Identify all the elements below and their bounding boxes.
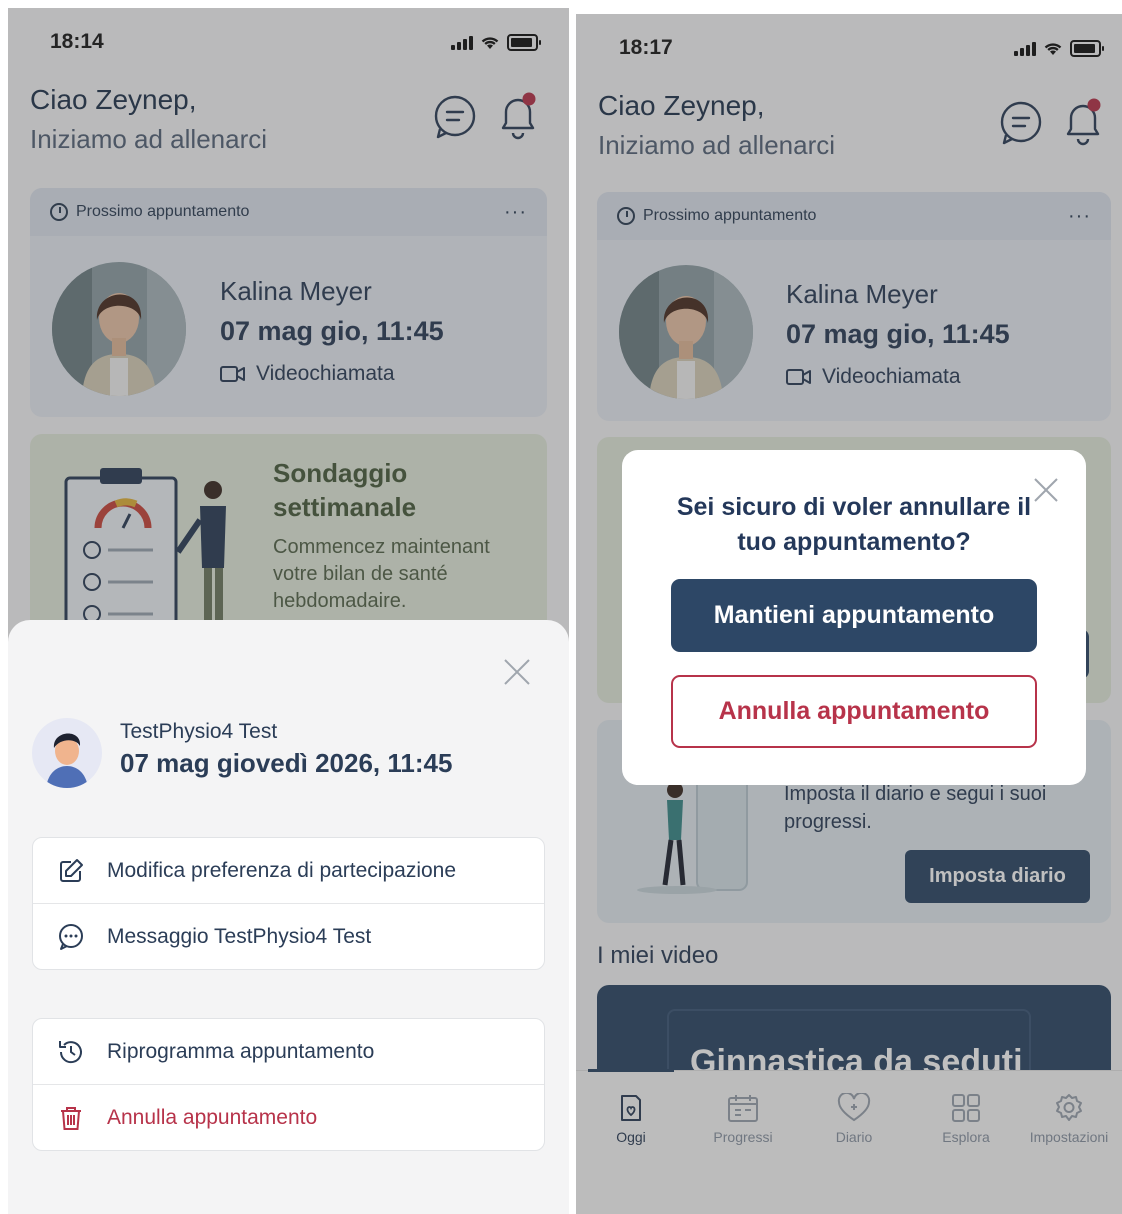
sheet-therapist-name: TestPhysio4 Test xyxy=(120,720,278,743)
reschedule-label: Riprogramma appuntamento xyxy=(107,1039,375,1063)
dialog-question-line2: tuo appuntamento? xyxy=(737,528,971,556)
edit-attendance-button[interactable]: Modifica preferenza di partecipazione xyxy=(33,838,544,903)
avatar xyxy=(32,718,102,788)
cancel-confirmation-dialog: Sei sicuro di voler annullare il tuo app… xyxy=(622,450,1086,785)
screen-appointment-actions: 18:14 Ciao Zeynep, Iniziamo ad allenarci… xyxy=(8,8,569,1214)
keep-appointment-button[interactable]: Mantieni appuntamento xyxy=(671,579,1037,652)
history-icon xyxy=(59,1040,82,1063)
message-therapist-label: Messaggio TestPhysio4 Test xyxy=(107,924,372,948)
edit-icon xyxy=(60,858,83,882)
appointment-actions-sheet: TestPhysio4 Test 07 mag giovedì 2026, 11… xyxy=(8,620,569,1214)
cancel-appointment-label: Annulla appuntamento xyxy=(107,1105,318,1129)
reschedule-button[interactable]: Riprogramma appuntamento xyxy=(33,1019,544,1084)
action-group-primary: Modifica preferenza di partecipazione Me… xyxy=(32,837,545,970)
cancel-appointment-button[interactable]: Annulla appuntamento xyxy=(33,1084,544,1150)
action-group-manage: Riprogramma appuntamento Annulla appunta… xyxy=(32,1018,545,1151)
sheet-appointment-datetime: 07 mag giovedì 2026, 11:45 xyxy=(120,748,453,778)
dialog-question: Sei sicuro di voler annullare il tuo app… xyxy=(662,490,1046,560)
dialog-question-line1: Sei sicuro di voler annullare il xyxy=(676,493,1032,521)
edit-attendance-label: Modifica preferenza di partecipazione xyxy=(107,858,457,882)
chat-icon xyxy=(59,923,83,950)
screen-cancel-confirmation: 18:17 Ciao Zeynep, Iniziamo ad allenarci… xyxy=(576,14,1122,1214)
confirm-cancel-button[interactable]: Annulla appuntamento xyxy=(671,675,1037,748)
trash-icon xyxy=(61,1106,81,1130)
close-icon[interactable] xyxy=(503,658,531,686)
message-therapist-button[interactable]: Messaggio TestPhysio4 Test xyxy=(33,903,544,969)
